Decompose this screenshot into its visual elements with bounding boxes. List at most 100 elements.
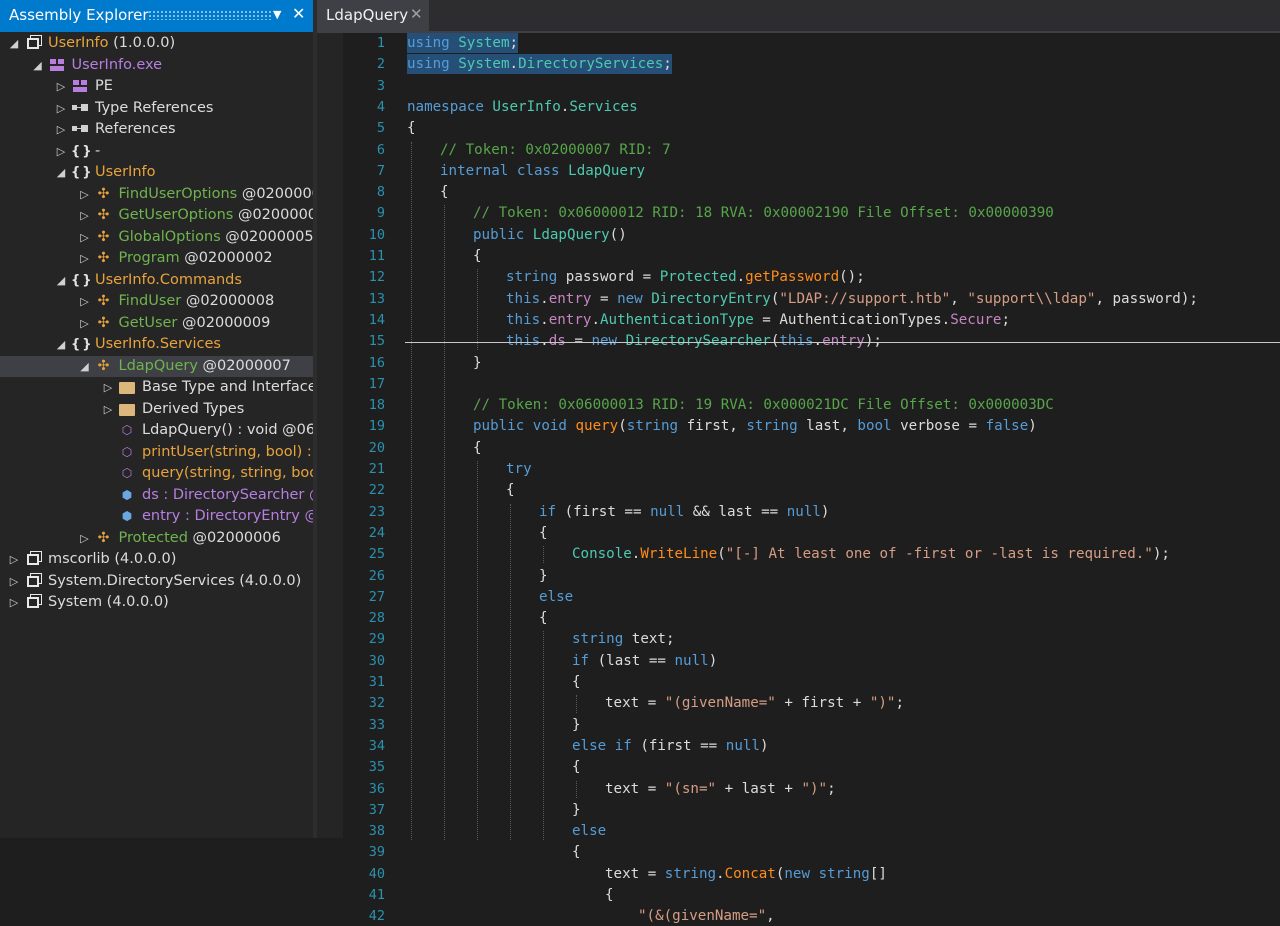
code-line[interactable]: 14 this.entry.AuthenticationType = Authen…	[343, 310, 1280, 330]
tree-item[interactable]: ▷ System (4.0.0.0)	[0, 592, 313, 613]
code-line[interactable]: 24 {	[343, 523, 1280, 543]
code-line[interactable]: 30 if (last == null)	[343, 651, 1280, 671]
tree-item[interactable]: ▷ Derived Types	[0, 399, 313, 420]
code-line[interactable]: 12 string password = Protected.getPasswor…	[343, 267, 1280, 287]
tree-item[interactable]: ▷ ✣ FindUserOptions @02000004	[0, 184, 313, 205]
code-line[interactable]: 39 {	[343, 842, 1280, 862]
panel-options-dropdown-icon[interactable]: ▼	[273, 8, 281, 21]
code-line[interactable]: 8{	[343, 182, 1280, 202]
code-line[interactable]: 1 using System;	[343, 33, 1280, 53]
code-line[interactable]: 31 {	[343, 672, 1280, 692]
code-text: if (last == null)	[572, 651, 717, 671]
tree-item[interactable]: ▷ ✣ Program @02000002	[0, 248, 313, 269]
code-line[interactable]: 17	[343, 374, 1280, 394]
tree-item[interactable]: ◢ UserInfo (1.0.0.0)	[0, 33, 313, 54]
collapse-arrow-icon[interactable]: ◢	[8, 33, 20, 54]
code-line[interactable]: 6 // Token: 0x02000007 RID: 7	[343, 140, 1280, 160]
expand-arrow-icon[interactable]: ▷	[8, 571, 20, 592]
tree-item[interactable]: ⬢ entry : DirectoryEntry @0	[0, 506, 313, 527]
code-line[interactable]: 20 {	[343, 438, 1280, 458]
tree-item[interactable]: ▷ mscorlib (4.0.0.0)	[0, 549, 313, 570]
code-area[interactable]: 1 using System; 2 using System.DirectorySer…	[343, 33, 1280, 924]
tree-item[interactable]: ▷{} -	[0, 141, 313, 162]
code-line[interactable]: 42 "(&(givenName=",	[343, 906, 1280, 926]
line-number: 38	[368, 823, 385, 840]
tree-item[interactable]: ⬢ ds : DirectorySearcher @	[0, 485, 313, 506]
code-line[interactable]: 3	[343, 76, 1280, 96]
code-line[interactable]: 4 namespace UserInfo.Services	[343, 97, 1280, 117]
expand-arrow-icon[interactable]: ▷	[102, 399, 114, 420]
expand-arrow-icon[interactable]: ▷	[55, 141, 67, 162]
code-line[interactable]: 33}	[343, 715, 1280, 735]
code-line[interactable]: 7 internal class LdapQuery	[343, 161, 1280, 181]
expand-arrow-icon[interactable]: ▷	[79, 528, 91, 549]
tab-close-icon[interactable]: ✕	[410, 5, 423, 23]
expand-arrow-icon[interactable]: ▷	[79, 205, 91, 226]
panel-close-icon[interactable]: ✕	[292, 4, 305, 23]
type-references-icon	[71, 98, 89, 119]
collapse-arrow-icon[interactable]: ◢	[79, 356, 91, 377]
code-line[interactable]: 19 public void query(string first, string…	[343, 416, 1280, 436]
expand-arrow-icon[interactable]: ▷	[79, 227, 91, 248]
code-line[interactable]: 2 using System.DirectoryServices;	[343, 54, 1280, 75]
tree-item[interactable]: ▷ ✣ GetUserOptions @02000003	[0, 205, 313, 226]
code-line[interactable]: 29 string text;	[343, 629, 1280, 649]
code-line[interactable]: 41 {	[343, 885, 1280, 905]
tree-item[interactable]: ◢ {} UserInfo	[0, 162, 313, 183]
code-line[interactable]: 13 this.entry = new DirectoryEntry("LDAP:…	[343, 289, 1280, 309]
collapse-arrow-icon[interactable]: ◢	[55, 162, 67, 183]
tree-item[interactable]: ◢ {} UserInfo.Services	[0, 334, 313, 355]
tree-item[interactable]: ◢{} UserInfo.Commands	[0, 270, 313, 291]
tree-item[interactable]: ▷ ✣ FindUser @02000008	[0, 291, 313, 312]
collapse-arrow-icon[interactable]: ◢	[55, 270, 67, 291]
tree-item[interactable]: ▷ Base Type and Interfaces	[0, 377, 313, 398]
tree-item[interactable]: ▷ Type References	[0, 98, 313, 119]
tree-item[interactable]: ⬡ LdapQuery() : void @0600	[0, 420, 313, 441]
expand-arrow-icon[interactable]: ▷	[55, 119, 67, 140]
code-line[interactable]: 26}	[343, 566, 1280, 586]
panel-drag-handle[interactable]	[148, 10, 272, 20]
tree-item[interactable]: ▷ PE	[0, 76, 313, 97]
tree-item[interactable]: ⬡ printUser(string, bool) : v	[0, 442, 313, 463]
tree-item[interactable]: ▷ ✣ GetUser @02000009	[0, 313, 313, 334]
code-line[interactable]: 25 Console.WriteLine("[-] At least one of…	[343, 544, 1280, 564]
expand-arrow-icon[interactable]: ▷	[79, 248, 91, 269]
code-token: ;	[895, 695, 904, 712]
expand-arrow-icon[interactable]: ▷	[8, 592, 20, 613]
code-line[interactable]: 34 else if (first == null)	[343, 736, 1280, 756]
tree-item[interactable]: ▷ ✣ Protected @02000006	[0, 528, 313, 549]
tree-item[interactable]: ◢ ✣ LdapQuery @02000007	[0, 355, 313, 377]
code-line[interactable]: 28 {	[343, 608, 1280, 628]
code-line[interactable]: 38 else	[343, 821, 1280, 841]
code-line[interactable]: 23 if (first == null && last == null)	[343, 502, 1280, 522]
code-line[interactable]: 5{	[343, 118, 1280, 138]
code-line[interactable]: 16}	[343, 353, 1280, 373]
expand-arrow-icon[interactable]: ▷	[55, 98, 67, 119]
expand-arrow-icon[interactable]: ▷	[8, 549, 20, 570]
code-line[interactable]: 11 {	[343, 246, 1280, 266]
tab-ldapquery[interactable]: LdapQuery ✕	[317, 0, 429, 31]
expand-arrow-icon[interactable]: ▷	[55, 76, 67, 97]
tree-item[interactable]: ⬡ query(string, string, bool)	[0, 463, 313, 484]
expand-arrow-icon[interactable]: ▷	[79, 184, 91, 205]
code-line[interactable]: 22 {	[343, 480, 1280, 500]
tree-item[interactable]: ◢ UserInfo.exe	[0, 55, 313, 76]
code-line[interactable]: 36 text = "(sn=" + last + ")";	[343, 779, 1280, 799]
expand-arrow-icon[interactable]: ▷	[79, 291, 91, 312]
code-line[interactable]: 35 {	[343, 757, 1280, 777]
code-line[interactable]: 32 text = "(givenName=" + first + ")";	[343, 693, 1280, 713]
collapse-arrow-icon[interactable]: ◢	[32, 55, 44, 76]
code-line[interactable]: 40 text = string.Concat(new string[]	[343, 864, 1280, 884]
tree-item[interactable]: ▷ ✣ GlobalOptions @02000005	[0, 227, 313, 248]
tree-item[interactable]: ▷ References	[0, 119, 313, 140]
expand-arrow-icon[interactable]: ▷	[102, 377, 114, 398]
collapse-arrow-icon[interactable]: ◢	[55, 334, 67, 355]
code-line[interactable]: 27 else	[343, 587, 1280, 607]
code-line[interactable]: 10 public LdapQuery()	[343, 225, 1280, 245]
code-line[interactable]: 9 // Token: 0x06000012 RID: 18 RVA: 0x000…	[343, 203, 1280, 223]
expand-arrow-icon[interactable]: ▷	[79, 313, 91, 334]
code-line[interactable]: 18 // Token: 0x06000013 RID: 19 RVA: 0x00…	[343, 395, 1280, 415]
tree-item[interactable]: ▷ System.DirectoryServices (4.0.0.0)	[0, 571, 313, 592]
code-line[interactable]: 37}	[343, 800, 1280, 820]
code-line[interactable]: 21 try	[343, 459, 1280, 479]
